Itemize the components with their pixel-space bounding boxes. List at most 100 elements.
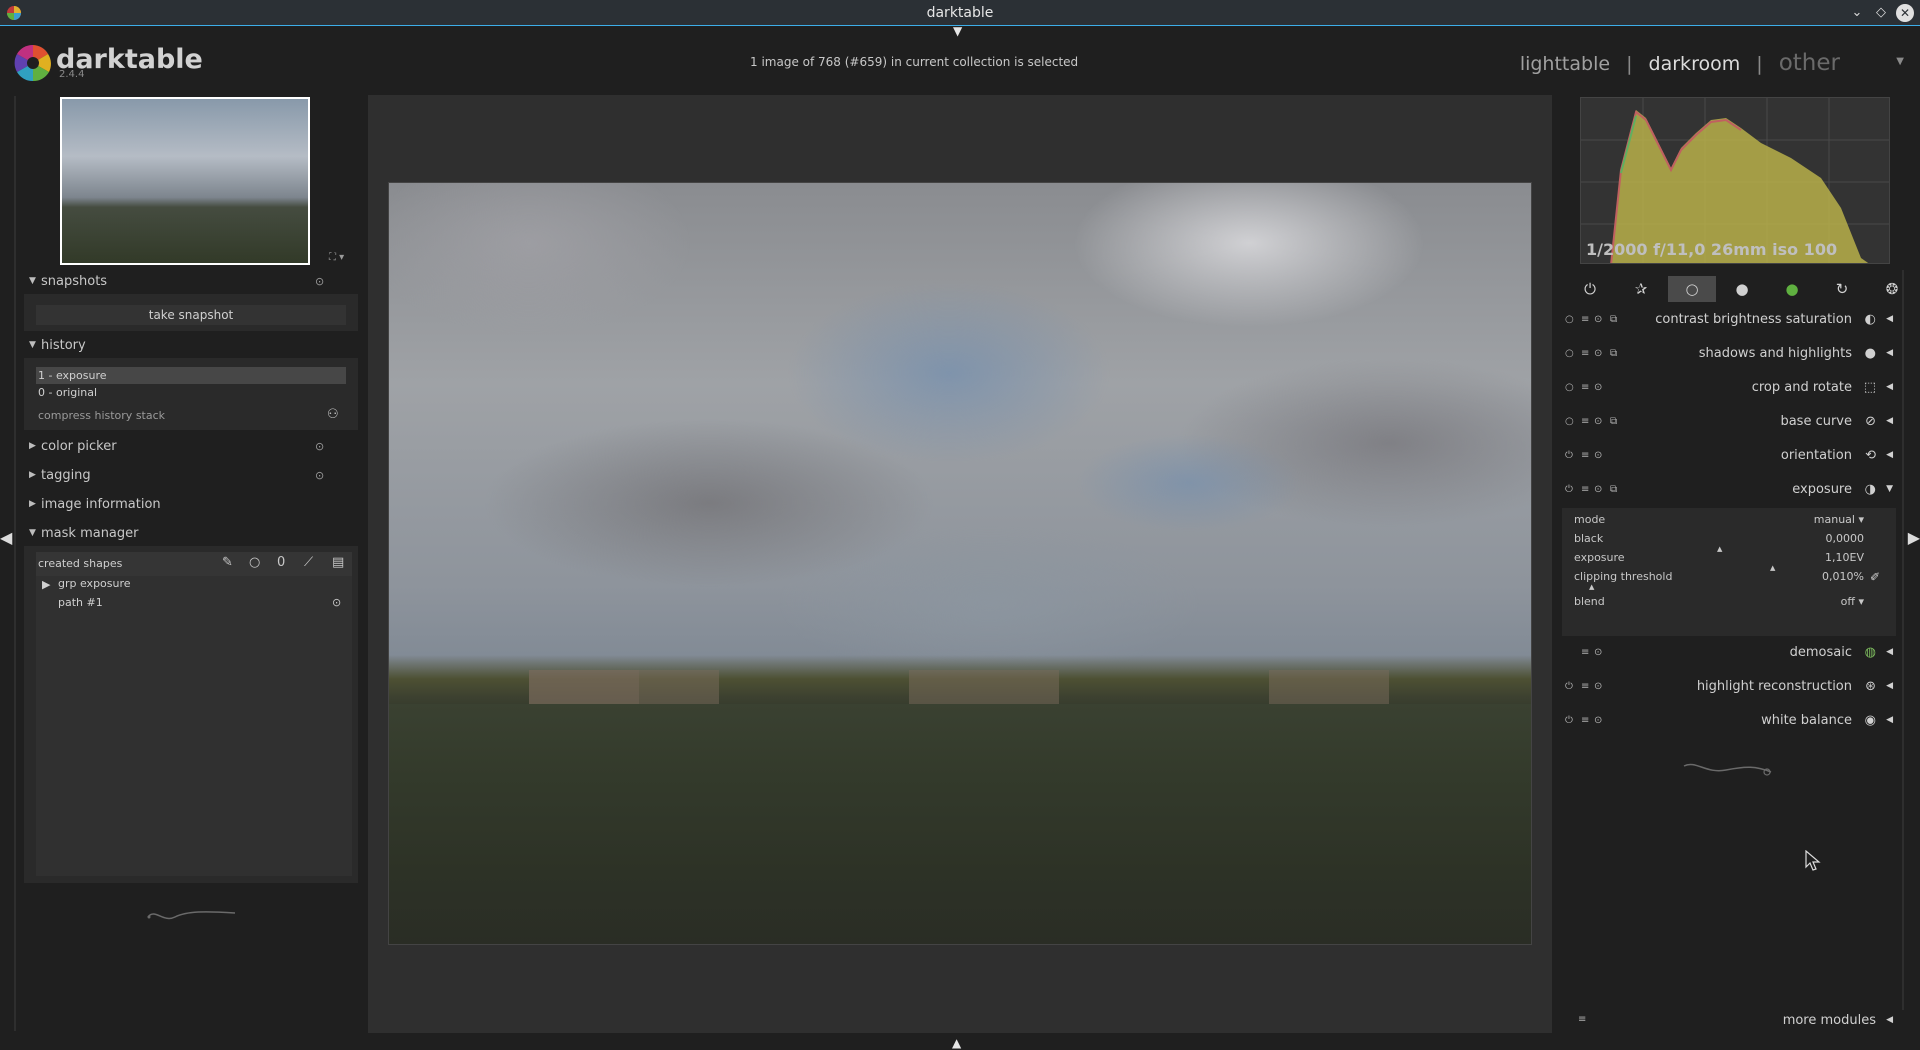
image-information-header[interactable]: ▶ image information [24,493,358,519]
presets-icon[interactable]: ⧉ [1610,348,1617,359]
multi-instance-icon[interactable]: ≡ [1581,416,1589,427]
history-item[interactable]: 0 - original [36,384,346,401]
clipping-threshold-slider[interactable]: clipping threshold 0,010% ▲ [1574,570,1874,591]
mask-manager-header[interactable]: ▼ mask manager [24,522,358,548]
module-on-icon[interactable]: ⏻ [1565,450,1573,461]
presets-icon[interactable]: ⊙ [315,469,324,482]
view-other[interactable]: other [1779,50,1840,76]
close-button[interactable]: ✕ [1896,4,1914,22]
expand-arrow-icon[interactable]: ◀ [1886,416,1893,426]
left-panel-toggle-icon[interactable]: ◀ [0,528,12,547]
maximize-button[interactable]: ◇ [1872,4,1890,22]
view-lighttable[interactable]: lighttable [1520,53,1610,75]
reset-icon[interactable]: ⊙ [1594,681,1602,692]
ellipse-shape-icon[interactable]: 0 [277,555,285,570]
favorites-group-icon[interactable]: ✰ [1617,276,1665,302]
presets-icon[interactable]: ⧉ [1610,314,1617,325]
mode-combobox[interactable]: mode manual ▾ [1574,513,1874,532]
multi-instance-icon[interactable]: ≡ [1581,382,1589,393]
expand-arrow-icon[interactable]: ◀ [1886,314,1893,324]
take-snapshot-button[interactable]: take snapshot [36,305,346,325]
mask-list[interactable] [36,576,352,876]
multi-instance-icon[interactable]: ≡ [1581,348,1589,359]
module-highlight-reconstruction[interactable]: ⏻ ≡ ⊙ highlight reconstruction ⊛ ◀ [1562,672,1896,704]
color-picker-icon[interactable]: ✐ [1870,570,1880,584]
collapse-arrow-icon[interactable]: ▼ [1886,484,1893,494]
history-header[interactable]: ▼ history [24,334,358,360]
style-create-icon[interactable]: ⚇ [327,407,339,422]
basic-group-icon[interactable]: ○ [1668,276,1716,302]
top-panel-toggle-icon[interactable]: ▼ [953,24,962,38]
multi-instance-icon[interactable]: ≡ [1581,314,1589,325]
module-base-curve[interactable]: ○ ≡ ⊙ ⧉ base curve ⊘ ◀ [1562,407,1896,439]
presets-icon[interactable]: ⧉ [1610,484,1617,495]
module-crop-and-rotate[interactable]: ○ ≡ ⊙ crop and rotate ⬚ ◀ [1562,373,1896,405]
module-on-icon[interactable]: ⏻ [1565,484,1573,495]
gradient-shape-icon[interactable]: ▤ [332,555,344,570]
expand-arrow-icon[interactable]: ◀ [1886,715,1893,725]
left-scrollbar[interactable] [14,96,16,1031]
histogram[interactable] [1580,97,1890,264]
tone-group-icon[interactable]: ● [1718,276,1766,302]
expand-arrow-icon[interactable]: ◀ [1886,1015,1893,1025]
circle-shape-icon[interactable]: ○ [249,555,260,570]
more-modules-button[interactable]: ≡ more modules ◀ [1562,1011,1896,1033]
active-modules-group-icon[interactable]: ⏻ [1566,276,1614,302]
slider-marker-icon[interactable]: ▲ [1589,583,1594,591]
module-off-icon[interactable]: ○ [1565,382,1574,393]
history-item[interactable]: 1 - exposure [36,367,346,384]
multi-instance-icon[interactable]: ≡ [1581,484,1589,495]
module-off-icon[interactable]: ○ [1565,348,1574,359]
color-group-icon[interactable]: ● [1768,276,1816,302]
exposure-slider[interactable]: exposure 1,10EV ▲ [1574,551,1874,572]
blend-combobox[interactable]: blend off ▾ [1574,595,1874,614]
collapsed-triangle-icon[interactable]: ▶ [42,578,50,591]
reset-icon[interactable]: ⊙ [1594,450,1602,461]
reset-icon[interactable]: ⊙ [1594,715,1602,726]
main-image[interactable] [388,182,1532,945]
reset-icon[interactable]: ⊙ [1594,382,1602,393]
view-darkroom[interactable]: darkroom [1649,53,1741,75]
module-demosaic[interactable]: ≡ ⊙ demosaic ◍ ◀ [1562,638,1896,670]
compress-history-button[interactable]: compress history stack [38,409,165,422]
brush-icon[interactable]: ✎ [222,555,233,570]
reset-icon[interactable]: ⊙ [1594,348,1602,359]
snapshots-header[interactable]: ▼ snapshots ⊙ [24,270,358,296]
path-shape-icon[interactable]: ⟋ [304,555,313,570]
mask-group-item[interactable]: grp exposure [58,577,131,590]
multi-instance-icon[interactable]: ≡ [1581,715,1589,726]
module-orientation[interactable]: ⏻ ≡ ⊙ orientation ⟲ ◀ [1562,441,1896,473]
expand-arrow-icon[interactable]: ◀ [1886,681,1893,691]
reset-icon[interactable]: ⊙ [1594,647,1602,658]
zoom-options-icon[interactable]: ⛶ ▾ [329,252,344,263]
multi-instance-icon[interactable]: ≡ [1581,647,1589,658]
presets-icon[interactable]: ⊙ [315,275,324,288]
mask-path-item[interactable]: path #1 [58,596,103,609]
multi-instance-icon[interactable]: ≡ [1581,450,1589,461]
view-menu-dropdown-icon[interactable]: ▼ [1896,56,1904,67]
expand-arrow-icon[interactable]: ◀ [1886,382,1893,392]
module-shadows-and-highlights[interactable]: ○ ≡ ⊙ ⧉ shadows and highlights ● ◀ [1562,339,1896,371]
navigation-thumbnail[interactable] [60,97,310,265]
expand-arrow-icon[interactable]: ◀ [1886,647,1893,657]
multi-instance-icon[interactable]: ≡ [1581,681,1589,692]
color-picker-header[interactable]: ▶ color picker ⊙ [24,435,358,461]
module-white-balance[interactable]: ⏻ ≡ ⊙ white balance ◉ ◀ [1562,706,1896,738]
expand-arrow-icon[interactable]: ◀ [1886,348,1893,358]
module-off-icon[interactable]: ○ [1565,416,1574,427]
reset-icon[interactable]: ⊙ [1594,484,1602,495]
module-off-icon[interactable]: ○ [1565,314,1574,325]
correct-group-icon[interactable]: ↻ [1818,276,1866,302]
right-panel-toggle-icon[interactable]: ▶ [1908,528,1920,547]
black-slider[interactable]: black 0,0000 ▲ [1574,532,1874,553]
tagging-header[interactable]: ▶ tagging ⊙ [24,464,358,490]
reset-icon[interactable]: ⊙ [1594,314,1602,325]
right-scrollbar[interactable] [1902,270,1904,1010]
mask-state-icon[interactable]: ⊙ [332,596,341,609]
minimize-button[interactable]: ⌄ [1848,4,1866,22]
presets-icon[interactable]: ⧉ [1610,416,1617,427]
reset-icon[interactable]: ⊙ [1594,416,1602,427]
presets-icon[interactable]: ⊙ [315,440,324,453]
expand-arrow-icon[interactable]: ◀ [1886,450,1893,460]
bottom-panel-toggle-icon[interactable]: ▲ [952,1036,961,1050]
